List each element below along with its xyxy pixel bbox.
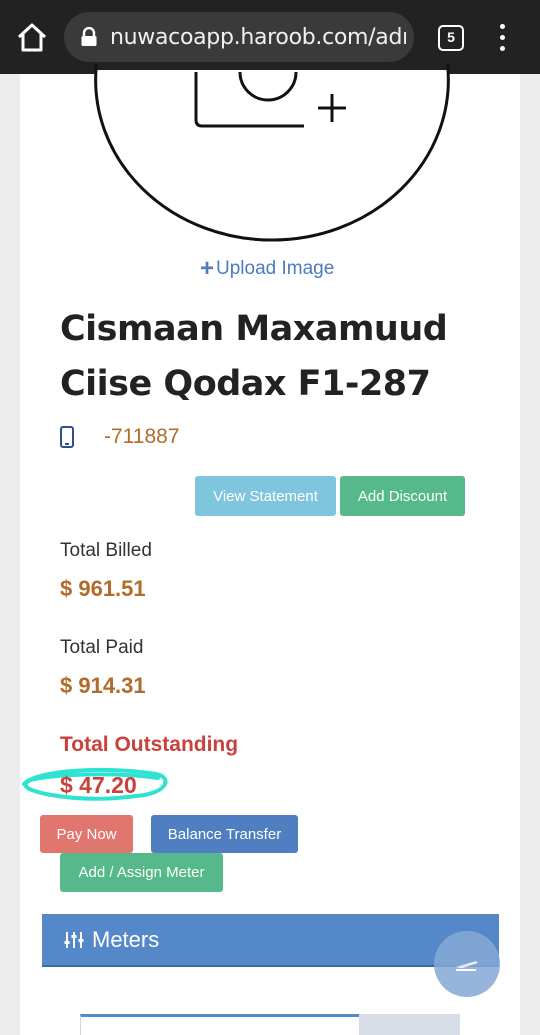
browser-toolbar: nuwacoapp.haroob.com/adn 5 [0,0,540,74]
phone-number: -711887 [104,425,180,448]
address-bar[interactable]: nuwacoapp.haroob.com/adn [64,12,414,62]
total-paid-label: Total Paid [60,637,144,658]
sliders-icon [64,931,84,948]
meters-title: Meters [92,926,160,952]
meters-table-tab[interactable] [80,1014,359,1035]
lock-icon [80,26,98,47]
total-outstanding-label: Total Outstanding [60,733,239,756]
total-outstanding-value: $ 47.20 [60,772,137,798]
upload-image-link[interactable]: + Upload Image [200,255,335,282]
upload-image-label: Upload Image [216,258,335,279]
pay-now-button[interactable]: Pay Now [40,815,133,853]
airplane-takeoff-icon [456,961,478,971]
avatar-placeholder-icon[interactable] [92,64,452,244]
customer-card: + Upload Image Cismaan Maxamuud Ciise Qo… [20,64,520,1035]
floating-action-button[interactable] [434,931,500,997]
overflow-menu-icon[interactable] [495,24,509,52]
view-statement-button[interactable]: View Statement [195,476,336,516]
total-billed-value: $ 961.51 [60,576,146,601]
add-discount-button[interactable]: Add Discount [340,476,465,516]
balance-transfer-button[interactable]: Balance Transfer [151,815,298,853]
assign-meter-button[interactable]: Add / Assign Meter [60,853,223,892]
url-text: nuwacoapp.haroob.com/adn [110,25,406,50]
tab-switcher-button[interactable]: 5 [438,25,464,51]
total-billed-label: Total Billed [60,540,152,561]
customer-name: Cismaan Maxamuud Ciise Qodax F1-287 [60,309,448,404]
total-paid-value: $ 914.31 [60,673,146,698]
phone-row: -711887 [60,425,180,449]
home-icon[interactable] [14,20,50,56]
mobile-phone-icon [60,426,74,448]
meters-panel-header[interactable]: Meters [42,914,499,967]
plus-icon: + [200,255,215,282]
